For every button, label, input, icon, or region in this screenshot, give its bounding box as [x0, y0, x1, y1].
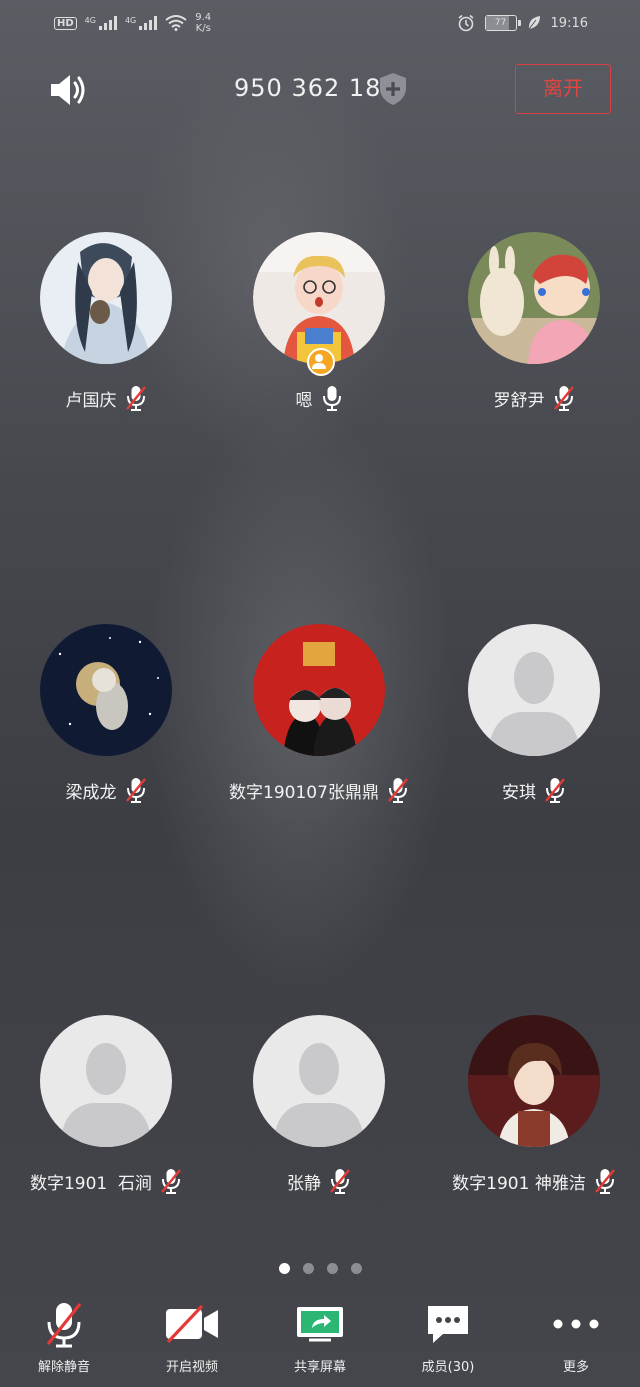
participant-name: 卢国庆: [65, 390, 117, 411]
video-off-icon: [166, 1304, 218, 1344]
default-avatar-icon: [40, 1015, 172, 1147]
network-speed: 9.4 K/s: [195, 12, 212, 34]
participant-name: 数字1901 神雅洁: [452, 1173, 586, 1194]
share-screen-icon: [297, 1307, 343, 1342]
unmute-button[interactable]: 解除静音: [0, 1298, 128, 1375]
default-avatar-icon: [468, 624, 600, 756]
page-dot[interactable]: [278, 1263, 290, 1274]
avatar: [40, 624, 172, 756]
participant-tile[interactable]: 梁成龙: [6, 624, 206, 804]
cellular-signal-icon: 4G: [85, 16, 117, 30]
avatar: [40, 232, 172, 364]
battery-icon: 77: [484, 15, 521, 31]
wifi-icon: [165, 15, 187, 31]
members-button[interactable]: 成员(30): [384, 1298, 512, 1375]
mic-muted-icon: [553, 386, 574, 411]
page-dot[interactable]: [326, 1263, 338, 1274]
participant-name: 安琪: [502, 782, 536, 803]
mic-muted-icon: [330, 1169, 350, 1194]
avatar: [468, 1015, 600, 1147]
mic-icon: [322, 386, 341, 411]
page-dot[interactable]: [302, 1263, 314, 1274]
participant-tile[interactable]: 罗舒尹: [434, 232, 634, 412]
more-dots-icon: [553, 1319, 599, 1329]
share-screen-button[interactable]: 共享屏幕: [256, 1298, 384, 1375]
participant-name: 罗舒尹: [493, 390, 545, 411]
participant-name: 数字190107张鼎鼎: [229, 782, 379, 803]
participant-tile[interactable]: 数字1901 石涧: [6, 1015, 206, 1195]
avatar: [253, 624, 385, 756]
participant-tile[interactable]: 数字190107张鼎鼎: [219, 624, 419, 804]
meeting-id[interactable]: 950 362 186: [234, 74, 398, 102]
mic-muted-icon: [125, 778, 146, 803]
page-indicator[interactable]: [0, 1263, 640, 1274]
avatar: [253, 232, 385, 376]
chat-bubble-icon: [428, 1306, 468, 1343]
shield-icon[interactable]: [378, 72, 408, 106]
mic-muted-icon: [125, 386, 146, 411]
mic-muted-icon: [594, 1169, 615, 1194]
participant-tile[interactable]: 数字1901 神雅洁: [434, 1015, 634, 1195]
hd-indicator: HD: [54, 16, 77, 30]
participant-name: 张静: [287, 1173, 321, 1194]
mic-muted-icon: [46, 1303, 82, 1348]
bottom-toolbar: 解除静音 开启视频 共享屏幕 成员(30) 更多: [0, 1298, 640, 1387]
mic-muted-icon: [388, 778, 408, 803]
more-button[interactable]: 更多: [512, 1298, 640, 1375]
avatar: [468, 232, 600, 364]
speaker-icon[interactable]: [48, 72, 90, 108]
participant-name: 梁成龙: [65, 782, 117, 803]
alarm-icon: [458, 14, 474, 32]
default-avatar-icon: [253, 1015, 385, 1147]
participant-tile[interactable]: 嗯: [219, 232, 419, 412]
participant-name: 数字1901 石涧: [29, 1173, 153, 1194]
participant-name: 嗯: [295, 390, 313, 411]
participant-tile[interactable]: 张静: [219, 1015, 419, 1195]
mic-muted-icon: [545, 778, 565, 803]
status-bar: HD 4G 4G 9.4 K/s 77 19:16: [0, 0, 640, 48]
mic-muted-icon: [161, 1169, 181, 1194]
cellular-signal-icon-2: 4G: [125, 16, 158, 30]
participant-tile[interactable]: 安琪: [434, 624, 634, 804]
clock: 19:16: [550, 15, 588, 31]
start-video-button[interactable]: 开启视频: [128, 1298, 256, 1375]
leaf-icon: [528, 16, 540, 30]
leave-button[interactable]: 离开: [515, 64, 611, 114]
page-dot[interactable]: [350, 1263, 362, 1274]
host-badge-icon: [307, 348, 335, 376]
participant-tile[interactable]: 卢国庆: [6, 232, 206, 412]
